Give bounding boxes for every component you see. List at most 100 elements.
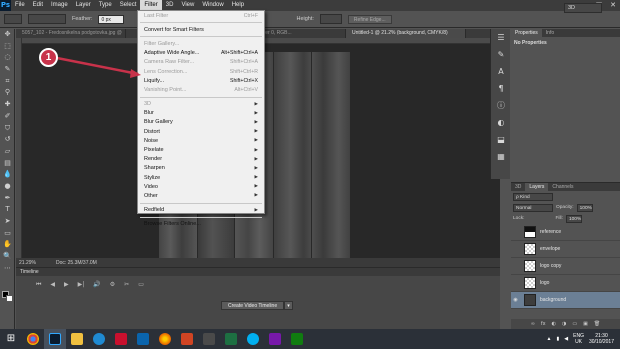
filter-menu-item-browse-filters-online[interactable]: Browse Filters Online... (138, 220, 264, 229)
filter-menu-item-sharpen[interactable]: Sharpen ▶ (138, 164, 264, 173)
pen-tool-icon[interactable]: ✒ (0, 193, 15, 205)
brush-tool-icon[interactable]: ✐ (0, 111, 15, 123)
clock[interactable]: 21:30 30/10/2017 (589, 333, 614, 345)
photoshop-taskbar-icon[interactable] (44, 329, 66, 349)
filter-menu-item-pixelate[interactable]: Pixelate ▶ (138, 145, 264, 154)
feather-input[interactable]: 0 px (98, 14, 125, 24)
layer-row-logo[interactable]: logo (511, 275, 620, 292)
adjustment-layer-icon[interactable]: ◑ (562, 319, 566, 329)
filter-menu-item-noise[interactable]: Noise ▶ (138, 136, 264, 145)
split-icon[interactable]: ✂ (124, 281, 129, 289)
layer-row-logo-copy[interactable]: logo copy (511, 258, 620, 275)
clone-stamp-tool-icon[interactable]: ⛉ (0, 123, 15, 135)
fill-input[interactable]: 100% (565, 214, 582, 223)
add-mask-icon[interactable]: ◐ (552, 319, 556, 329)
excel-taskbar-icon[interactable] (220, 329, 242, 349)
tool-preset-picker[interactable] (4, 14, 22, 24)
timeline-title[interactable]: Timeline (20, 269, 39, 275)
tab-info[interactable]: Info (542, 29, 558, 37)
styles-panel-icon[interactable]: ⬓ (491, 131, 511, 148)
opacity-input[interactable]: 100% (576, 203, 593, 212)
menu-layer[interactable]: Layer (72, 0, 95, 11)
prev-frame-icon[interactable]: ◀ (50, 281, 55, 289)
dodge-tool-icon[interactable]: ● (0, 181, 15, 193)
new-layer-icon[interactable]: ▣ (583, 319, 588, 329)
crop-tool-icon[interactable]: ⌗ (0, 76, 15, 88)
filter-menu-item-other[interactable]: Other ▶ (138, 191, 264, 200)
paragraph-panel-icon[interactable]: ¶ (491, 80, 511, 97)
workspace-select[interactable]: 3D (564, 3, 602, 13)
brush-panel-icon[interactable]: ✎ (491, 46, 511, 63)
settings-gear-icon[interactable]: ⚙ (110, 281, 115, 289)
selection-mode-buttons[interactable] (28, 14, 66, 24)
tab-channels[interactable]: Channels (548, 183, 577, 191)
layer-row-background[interactable]: ◉ background (511, 292, 620, 309)
filter-menu-item-video[interactable]: Video ▶ (138, 182, 264, 191)
chrome-taskbar-icon[interactable] (22, 329, 44, 349)
character-panel-icon[interactable]: A (491, 63, 511, 80)
filter-menu-item-distort[interactable]: Distort ▶ (138, 127, 264, 136)
next-frame-icon[interactable]: ▶| (78, 281, 85, 289)
language-indicator[interactable]: ENG UK (573, 333, 584, 345)
filter-menu-item-liquify[interactable]: Liquify... Shift+Ctrl+X (138, 76, 264, 85)
extra-tools-icon[interactable]: ⋯ (0, 263, 15, 275)
quick-select-tool-icon[interactable]: ✎ (0, 64, 15, 76)
blend-mode-select[interactable]: Normal (513, 203, 553, 212)
tab-3d[interactable]: 3D (511, 183, 525, 191)
eraser-tool-icon[interactable]: ▱ (0, 146, 15, 158)
info-panel-icon[interactable]: ⓘ (491, 97, 511, 114)
filter-menu-item-adaptive-wide-angle[interactable]: Adaptive Wide Angle... Alt+Shift+Ctrl+A (138, 49, 264, 58)
background-color-swatch[interactable] (6, 295, 13, 302)
filter-menu-item-blur[interactable]: Blur ▶ (138, 109, 264, 118)
layer-row-envelope[interactable]: envelope (511, 241, 620, 258)
history-panel-icon[interactable]: ☰ (491, 29, 511, 46)
filter-menu-item-render[interactable]: Render ▶ (138, 155, 264, 164)
close-icon[interactable]: ✕ (606, 0, 620, 11)
marquee-tool-icon[interactable]: ⬚ (0, 41, 15, 53)
outlook-taskbar-icon[interactable] (132, 329, 154, 349)
gradient-tool-icon[interactable]: ▤ (0, 158, 15, 170)
tab-properties[interactable]: Properties (511, 29, 542, 37)
filter-menu-item-stylize[interactable]: Stylize ▶ (138, 173, 264, 182)
skype-taskbar-icon[interactable] (242, 329, 264, 349)
new-group-icon[interactable]: ▭ (572, 319, 577, 329)
doc-tab-active[interactable]: Untitled-1 @ 21.2% (background, CMYK/8) (346, 29, 466, 38)
trash-icon[interactable]: 🗑 (594, 319, 600, 329)
kind-filter-select[interactable]: ρ Kind (513, 192, 553, 201)
shape-tool-icon[interactable]: ▭ (0, 228, 15, 240)
tab-layers[interactable]: Layers (525, 183, 549, 191)
windows-start-icon[interactable]: ⊞ (0, 329, 22, 349)
transition-icon[interactable]: ▭ (138, 281, 144, 289)
move-tool-icon[interactable]: ✥ (0, 29, 15, 41)
doc-tab-1[interactable]: 5057_102 - Fredosnikelna podgotovka.jpg … (16, 29, 126, 38)
lasso-tool-icon[interactable]: ◌ (0, 52, 15, 64)
menu-image[interactable]: Image (47, 0, 72, 11)
layer-style-icon[interactable]: fx (541, 319, 546, 329)
play-icon[interactable]: ▶ (64, 281, 69, 289)
firefox-taskbar-icon[interactable] (154, 329, 176, 349)
hand-tool-icon[interactable]: ✋ (0, 239, 15, 251)
layer-row-reference[interactable]: reference (511, 224, 620, 241)
chevron-down-icon[interactable]: ▾ (284, 301, 293, 310)
type-tool-icon[interactable]: T (0, 204, 15, 216)
path-select-tool-icon[interactable]: ➤ (0, 216, 15, 228)
zoom-tool-icon[interactable]: 🔍 (0, 251, 15, 263)
file-explorer-taskbar-icon[interactable] (66, 329, 88, 349)
create-video-timeline-button[interactable]: Create Video Timeline (221, 301, 285, 310)
powerpoint-taskbar-icon[interactable] (176, 329, 198, 349)
blur-tool-icon[interactable]: 💧 (0, 169, 15, 181)
onenote-taskbar-icon[interactable] (264, 329, 286, 349)
first-frame-icon[interactable]: ⏮ (36, 281, 41, 289)
refine-edge-button[interactable]: Refine Edge... (347, 14, 392, 24)
gaming-taskbar-icon[interactable] (286, 329, 308, 349)
link-layers-icon[interactable]: ∞ (531, 319, 535, 329)
volume-icon[interactable]: ◀ (564, 336, 568, 342)
eye-icon[interactable]: ◉ (511, 297, 520, 303)
eyedropper-tool-icon[interactable]: ⚲ (0, 87, 15, 99)
filter-menu-item-blur-gallery[interactable]: Blur Gallery ▶ (138, 118, 264, 127)
filter-menu-item-convert-for-smart-filters[interactable]: Convert for Smart Filters (138, 25, 264, 34)
menu-file[interactable]: File (11, 0, 29, 11)
tray-arrow-icon[interactable]: ▲ (547, 336, 552, 342)
zoom-level[interactable]: 21.29% (19, 260, 36, 266)
height-input[interactable] (319, 14, 342, 24)
